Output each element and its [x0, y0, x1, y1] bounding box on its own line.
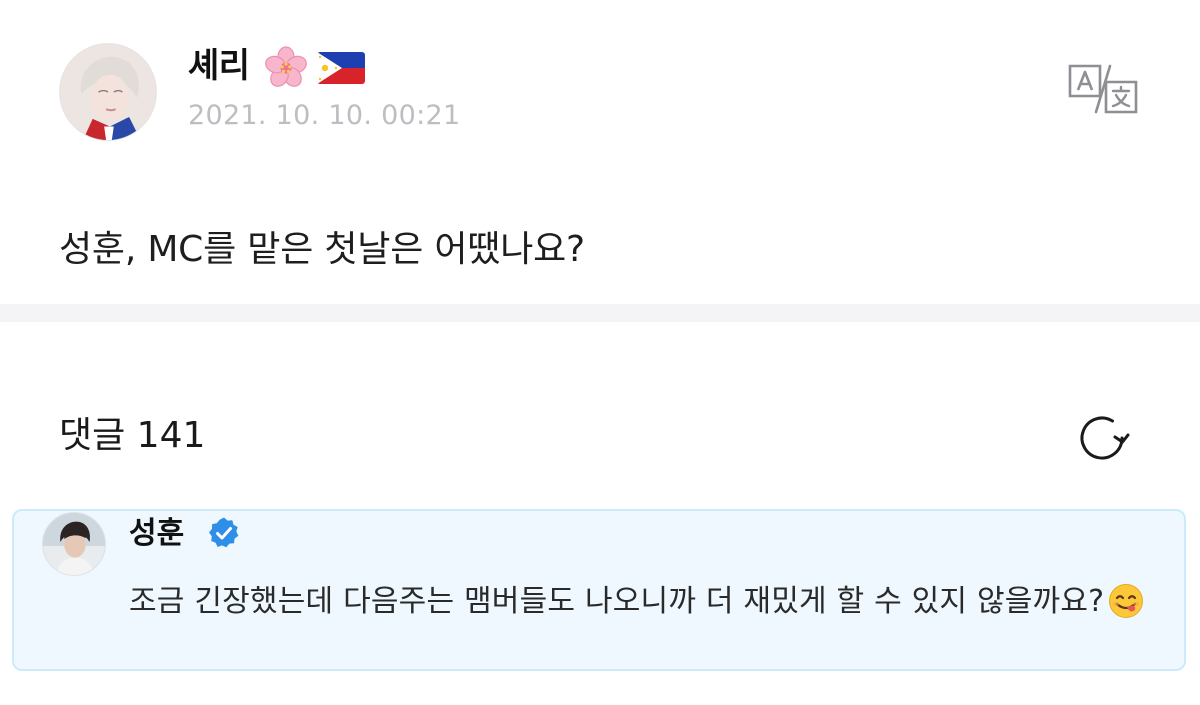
section-divider: [0, 304, 1200, 322]
author-badges: [262, 46, 366, 90]
comment-text-body: 조금 긴장했는데 다음주는 맴버들도 나오니까 더 재밌게 할 수 있지 않을까…: [129, 584, 1105, 619]
refresh-button[interactable]: [1072, 408, 1132, 468]
author-avatar-image: [60, 44, 156, 140]
commenter-avatar-image: [43, 513, 105, 575]
commenter-avatar[interactable]: [42, 512, 106, 576]
cherry-blossom-icon: [265, 46, 307, 87]
commenter-name: 성훈: [129, 516, 185, 551]
translate-button[interactable]: [1066, 62, 1140, 116]
translate-icon: [1068, 64, 1138, 114]
comment-text: 조금 긴장했는데 다음주는 맴버들도 나오니까 더 재밌게 할 수 있지 않을까…: [129, 577, 1159, 627]
verified-badge-icon: [207, 516, 241, 550]
post-timestamp: 2021. 10. 10. 00:21: [188, 100, 461, 131]
author-avatar[interactable]: [59, 43, 157, 141]
philippines-flag-icon: [317, 52, 365, 84]
author-name: 셰리: [188, 46, 250, 86]
refresh-icon: [1080, 416, 1130, 460]
yum-face-emoji-icon: [1108, 583, 1144, 619]
artist-comment-card[interactable]: 성훈 조금 긴장했는데 다음주는 맴버들도 나오니까 더 재밌게 할 수 있지 …: [12, 509, 1186, 671]
post-content: 성훈, MC를 맡은 첫날은 어땠나요?: [59, 229, 585, 270]
comment-count-label: 댓글 141: [59, 415, 206, 456]
